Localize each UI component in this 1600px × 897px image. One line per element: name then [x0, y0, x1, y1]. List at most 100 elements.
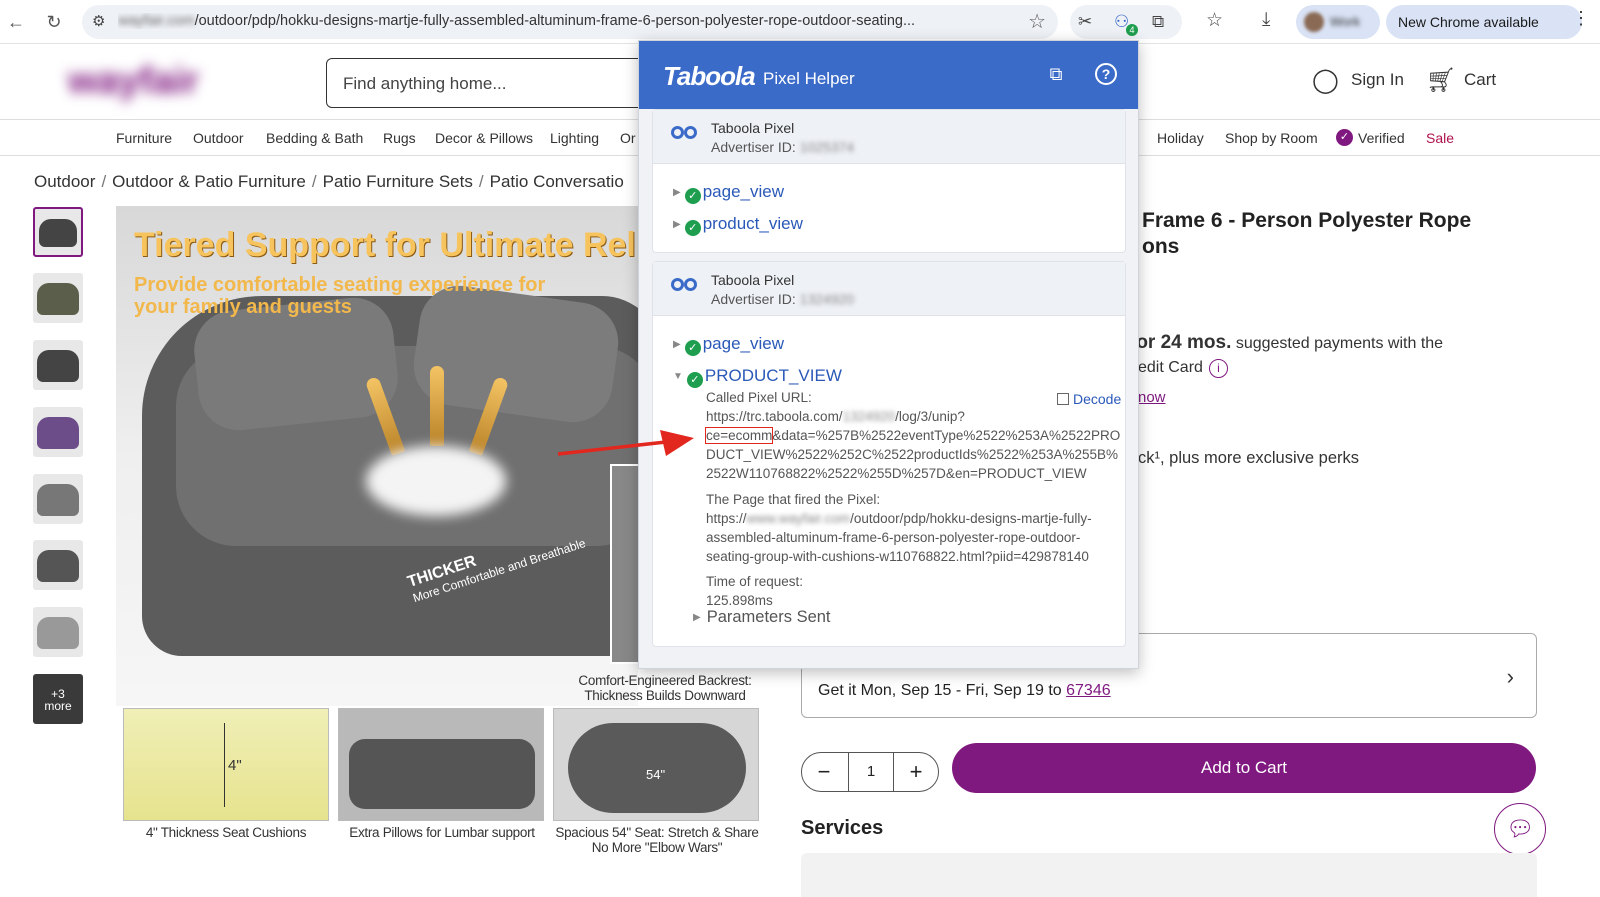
thumbnail[interactable] [33, 340, 83, 390]
nav-lighting[interactable]: Lighting [550, 130, 599, 146]
caret-right-icon: ▶ [673, 219, 681, 230]
success-check-icon: ✓ [684, 220, 701, 236]
thumbnail[interactable] [33, 474, 83, 524]
called-pixel-url: Called Pixel URL: https://trc.taboola.co… [704, 390, 1121, 481]
verified-icon: ✓ [1336, 129, 1353, 146]
event-product-view-expanded[interactable]: ▼ ✓ PRODUCT_VIEW [673, 366, 842, 388]
caret-down-icon: ▼ [673, 371, 683, 382]
avatar [1304, 12, 1324, 32]
tile-caption: Spacious 54" Seat: Stretch & Share No Mo… [555, 825, 759, 855]
puzzle-icon[interactable]: ⧉ [1152, 12, 1164, 32]
thumbnail[interactable] [33, 273, 83, 323]
taboola-logo: Taboola [663, 61, 756, 91]
perks-text: ck¹, plus more exclusive perks [1138, 449, 1359, 467]
pillows-tile [338, 708, 544, 821]
seat-tile: 54" [553, 708, 759, 821]
thumbnail[interactable] [33, 407, 83, 457]
tile-caption: Extra Pillows for Lumbar support [349, 825, 535, 840]
info-icon[interactable]: i [1208, 359, 1228, 378]
external-link-icon[interactable]: ⧉ [1045, 63, 1067, 85]
bookmark-star-icon[interactable]: ☆ [1028, 9, 1046, 34]
backrest-inset [610, 464, 638, 664]
hero-subtitle: Provide comfortable seating experience f… [134, 274, 546, 318]
quantity-value[interactable]: 1 [848, 753, 894, 791]
help-icon[interactable]: ? [1095, 63, 1117, 85]
nav-bedding-bath[interactable]: Bedding & Bath [266, 130, 363, 146]
product-title: Frame 6 - Person Polyester Rope ons [1142, 209, 1472, 258]
add-to-cart-button[interactable]: Add to Cart [952, 743, 1536, 793]
decrease-button[interactable]: − [804, 757, 844, 787]
financing-text: for 24 mos. suggested payments with the [1130, 332, 1444, 353]
reload-icon[interactable]: ↻ [40, 8, 68, 36]
more-thumbnails-button[interactable]: +3 more [33, 674, 83, 724]
caret-right-icon: ▶ [673, 339, 681, 350]
url-text: wayfair.com/outdoor/pdp/hokku-designs-ma… [118, 13, 916, 29]
nav-sale[interactable]: Sale [1426, 130, 1454, 146]
cart-icon[interactable]: 🛒︎ [1426, 66, 1456, 95]
thumbnail[interactable] [33, 607, 83, 657]
advertiser-id: Advertiser ID: 1324920 [711, 291, 855, 307]
address-bar[interactable]: ⚙ wayfair.com/outdoor/pdp/hokku-designs-… [82, 5, 1058, 39]
pixel-card-header: Taboola Pixel Advertiser ID: 1025374 [653, 110, 1125, 164]
profile-name: Work [1330, 14, 1361, 29]
favorites-icon[interactable]: ☆ [1206, 9, 1223, 32]
nav-verified[interactable]: Verified [1358, 130, 1405, 146]
breadcrumb: Outdoor / Outdoor & Patio Furniture / Patio … [34, 172, 624, 191]
tile-caption: 4" Thickness Seat Cushions [145, 825, 307, 840]
annotation-arrow [557, 430, 694, 456]
zip-link[interactable]: 67346 [1066, 682, 1111, 699]
chevron-right-icon: › [1506, 664, 1514, 689]
cart-link[interactable]: Cart [1464, 70, 1496, 90]
event-page-view[interactable]: ▶ ✓ page_view [673, 182, 784, 204]
menu-icon[interactable]: ⋮ [1572, 8, 1590, 29]
protection-plan-row[interactable] [801, 853, 1537, 897]
nav-truncated[interactable]: Or [620, 130, 636, 146]
sign-in-link[interactable]: Sign In [1351, 70, 1404, 90]
site-info-icon[interactable]: ⚙ [92, 12, 105, 30]
quantity-stepper: − 1 + [801, 752, 939, 792]
popup-header: Taboola Pixel Helper ⧉ ? [639, 41, 1138, 109]
breadcrumb-item[interactable]: Patio Furniture Sets [323, 172, 473, 191]
caret-right-icon: ▶ [673, 187, 681, 198]
event-product-view[interactable]: ▶ ✓ product_view [673, 214, 803, 236]
pixel-title: Taboola Pixel [711, 272, 795, 288]
extension-badge: 4 [1126, 24, 1138, 36]
advertiser-id: Advertiser ID: 1025374 [711, 139, 855, 155]
thumbnail[interactable] [33, 540, 83, 590]
nav-holiday[interactable]: Holiday [1157, 130, 1204, 146]
search-input[interactable]: Find anything home... [326, 58, 656, 108]
account-icon[interactable]: ◯ [1312, 66, 1339, 95]
increase-button[interactable]: + [896, 757, 936, 787]
taboola-pixel-icon [671, 126, 697, 144]
event-page-view[interactable]: ▶ ✓ page_view [673, 334, 784, 356]
taboola-pixel-icon [671, 278, 697, 296]
delivery-estimate: Get it Mon, Sep 15 - Fri, Sep 19 to 6734… [818, 682, 1111, 699]
breadcrumb-item[interactable]: Patio Conversatio [490, 172, 624, 191]
cushion-tile: 4" [123, 708, 329, 821]
extension-icon[interactable]: ✂ [1078, 12, 1092, 32]
wayfair-logo[interactable]: wayfair [68, 60, 199, 103]
browser-toolbar: ← ↻ ⚙ wayfair.com/outdoor/pdp/hokku-desi… [0, 0, 1600, 44]
pixel-title: Taboola Pixel [711, 120, 795, 136]
nav-outdoor[interactable]: Outdoor [193, 130, 244, 146]
breadcrumb-item[interactable]: Outdoor [34, 172, 95, 191]
back-icon[interactable]: ← [2, 8, 30, 36]
download-icon[interactable]: ⤓ [1262, 9, 1270, 31]
chat-icon[interactable]: 💬︎ [1494, 803, 1546, 855]
breadcrumb-item[interactable]: Outdoor & Patio Furniture [112, 172, 306, 191]
nav-furniture[interactable]: Furniture [116, 130, 172, 146]
nav-decor-pillows[interactable]: Decor & Pillows [435, 130, 533, 146]
thumbnail[interactable] [33, 207, 83, 257]
apply-now-link[interactable]: now [1138, 389, 1166, 406]
page-fired-url: The Page that fired the Pixel: https://w… [706, 492, 1092, 564]
success-check-icon: ✓ [686, 372, 703, 388]
parameters-sent-toggle[interactable]: ▶ Parameters Sent [693, 608, 831, 627]
taboola-pixel-helper-popup: Taboola Pixel Helper ⧉ ? Taboola Pixel A… [638, 40, 1139, 669]
profile-chip[interactable]: Work [1296, 5, 1380, 39]
popup-subtitle: Pixel Helper [763, 69, 855, 88]
nav-rugs[interactable]: Rugs [383, 130, 416, 146]
backrest-caption: Comfort-Engineered Backrest: Thickness B… [578, 673, 752, 703]
new-chrome-button[interactable]: New Chrome available [1386, 5, 1582, 39]
nav-shop-by-room[interactable]: Shop by Room [1225, 130, 1318, 146]
pixel-card: Taboola Pixel Advertiser ID: 1025374 ▶ ✓ p… [652, 109, 1126, 253]
